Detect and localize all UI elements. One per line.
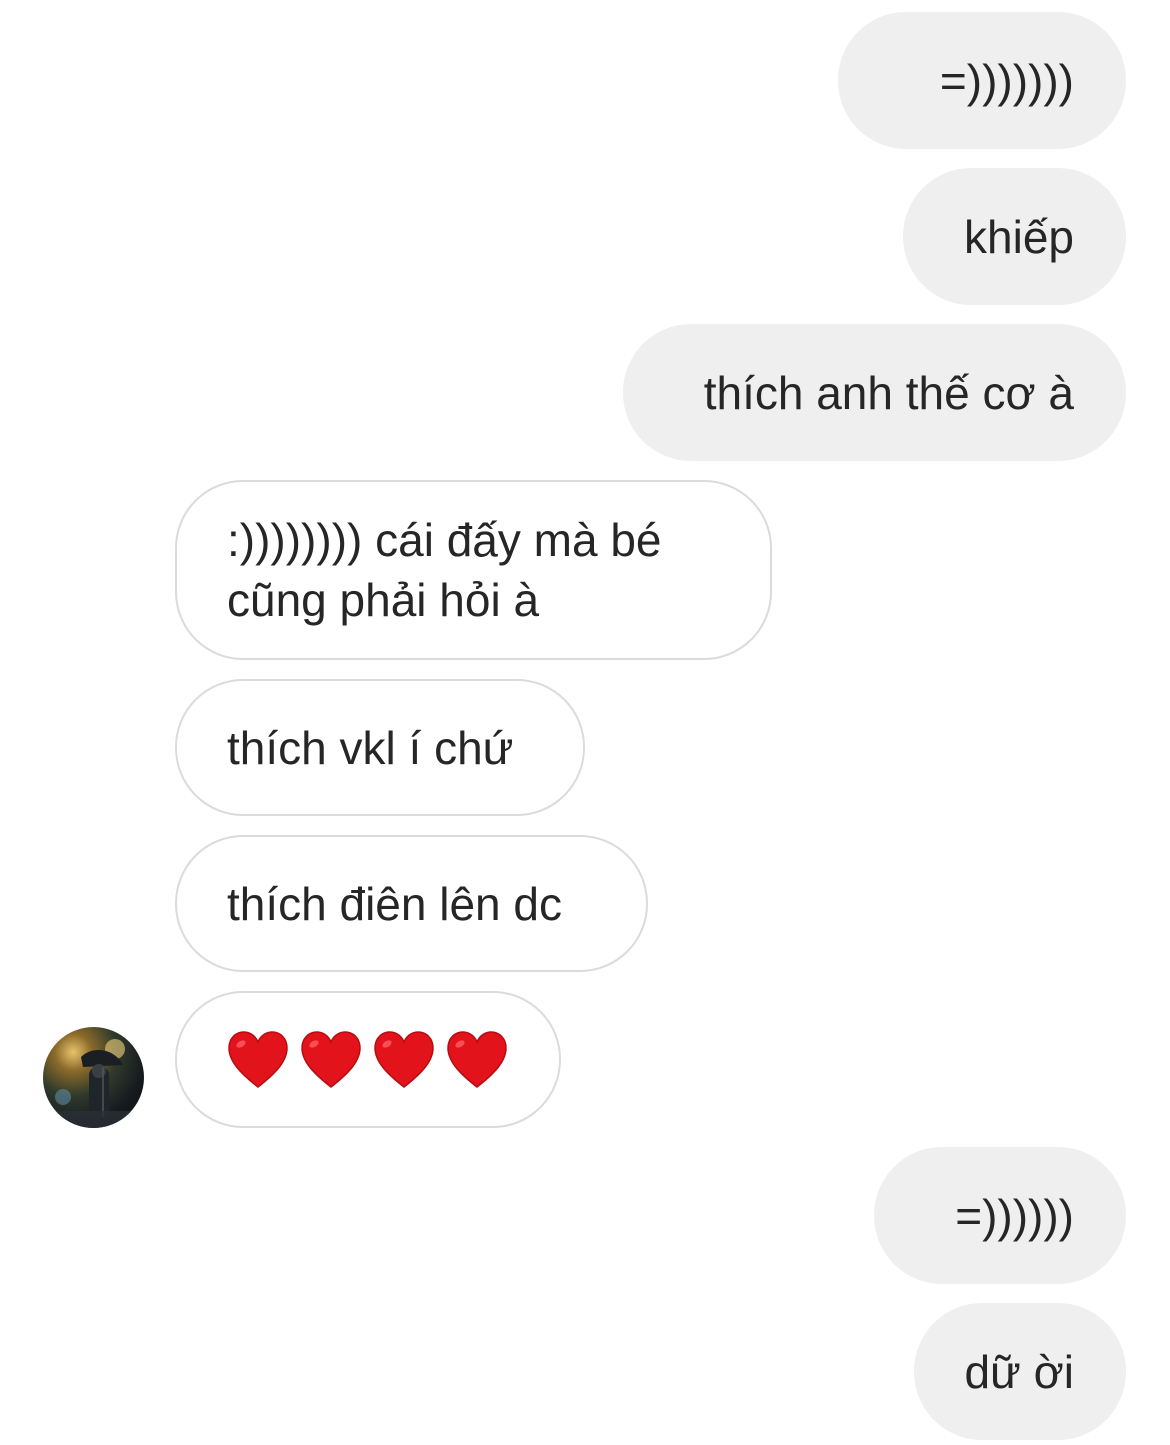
red-heart-icon [447, 1030, 507, 1088]
message-text: thích anh thế cơ à [703, 366, 1074, 419]
red-heart-icon [301, 1030, 361, 1088]
message-text: thích vkl í chứ [227, 721, 514, 774]
message-bubble-outgoing[interactable]: =)))))) [874, 1147, 1126, 1284]
message-bubble-outgoing[interactable]: thích anh thế cơ à [623, 324, 1126, 461]
message-bubble-outgoing[interactable]: dữ ời [914, 1303, 1126, 1440]
message-text: thích điên lên dc [227, 877, 563, 930]
red-heart-icon [374, 1030, 434, 1088]
message-text: dữ ời [964, 1345, 1074, 1398]
message-bubble-incoming-hearts[interactable] [175, 991, 561, 1128]
message-bubble-incoming[interactable]: thích điên lên dc [175, 835, 648, 972]
message-bubble-outgoing[interactable]: =))))))) [838, 12, 1126, 149]
message-bubble-incoming[interactable]: :)))))))) cái đấy mà bé cũng phải hỏi à [175, 480, 772, 660]
message-bubble-outgoing[interactable]: khiếp [903, 168, 1126, 305]
message-bubble-incoming[interactable]: thích vkl í chứ [175, 679, 585, 816]
message-text: =)))))) [955, 1189, 1074, 1242]
hearts-row [227, 1030, 508, 1089]
red-heart-icon [228, 1030, 288, 1088]
sender-avatar[interactable] [43, 1027, 144, 1128]
message-text: khiếp [964, 210, 1074, 263]
avatar-photo [43, 1039, 144, 1128]
message-text: :)))))))) cái đấy mà bé cũng phải hỏi à [227, 514, 662, 626]
message-text: =))))))) [939, 54, 1074, 107]
